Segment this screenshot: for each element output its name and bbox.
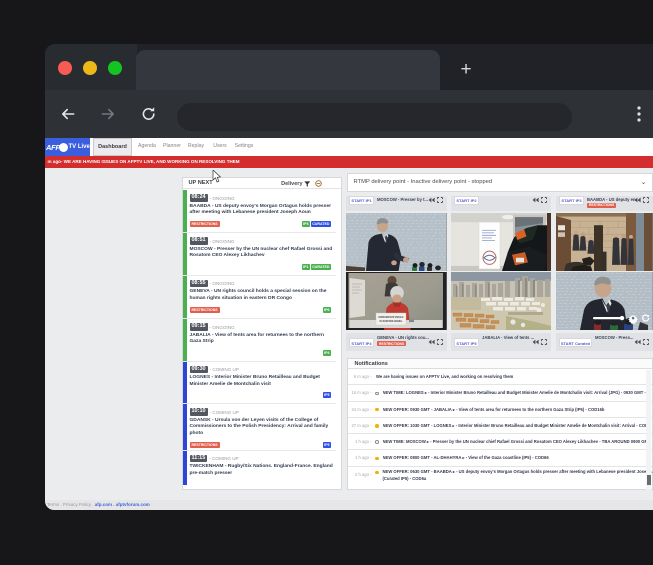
svg-text:DU SECRETAIRE GENERAL: DU SECRETAIRE GENERAL xyxy=(380,319,403,323)
svg-text:REPRESENTANTE SPECIALE: REPRESENTANTE SPECIALE xyxy=(379,315,404,319)
